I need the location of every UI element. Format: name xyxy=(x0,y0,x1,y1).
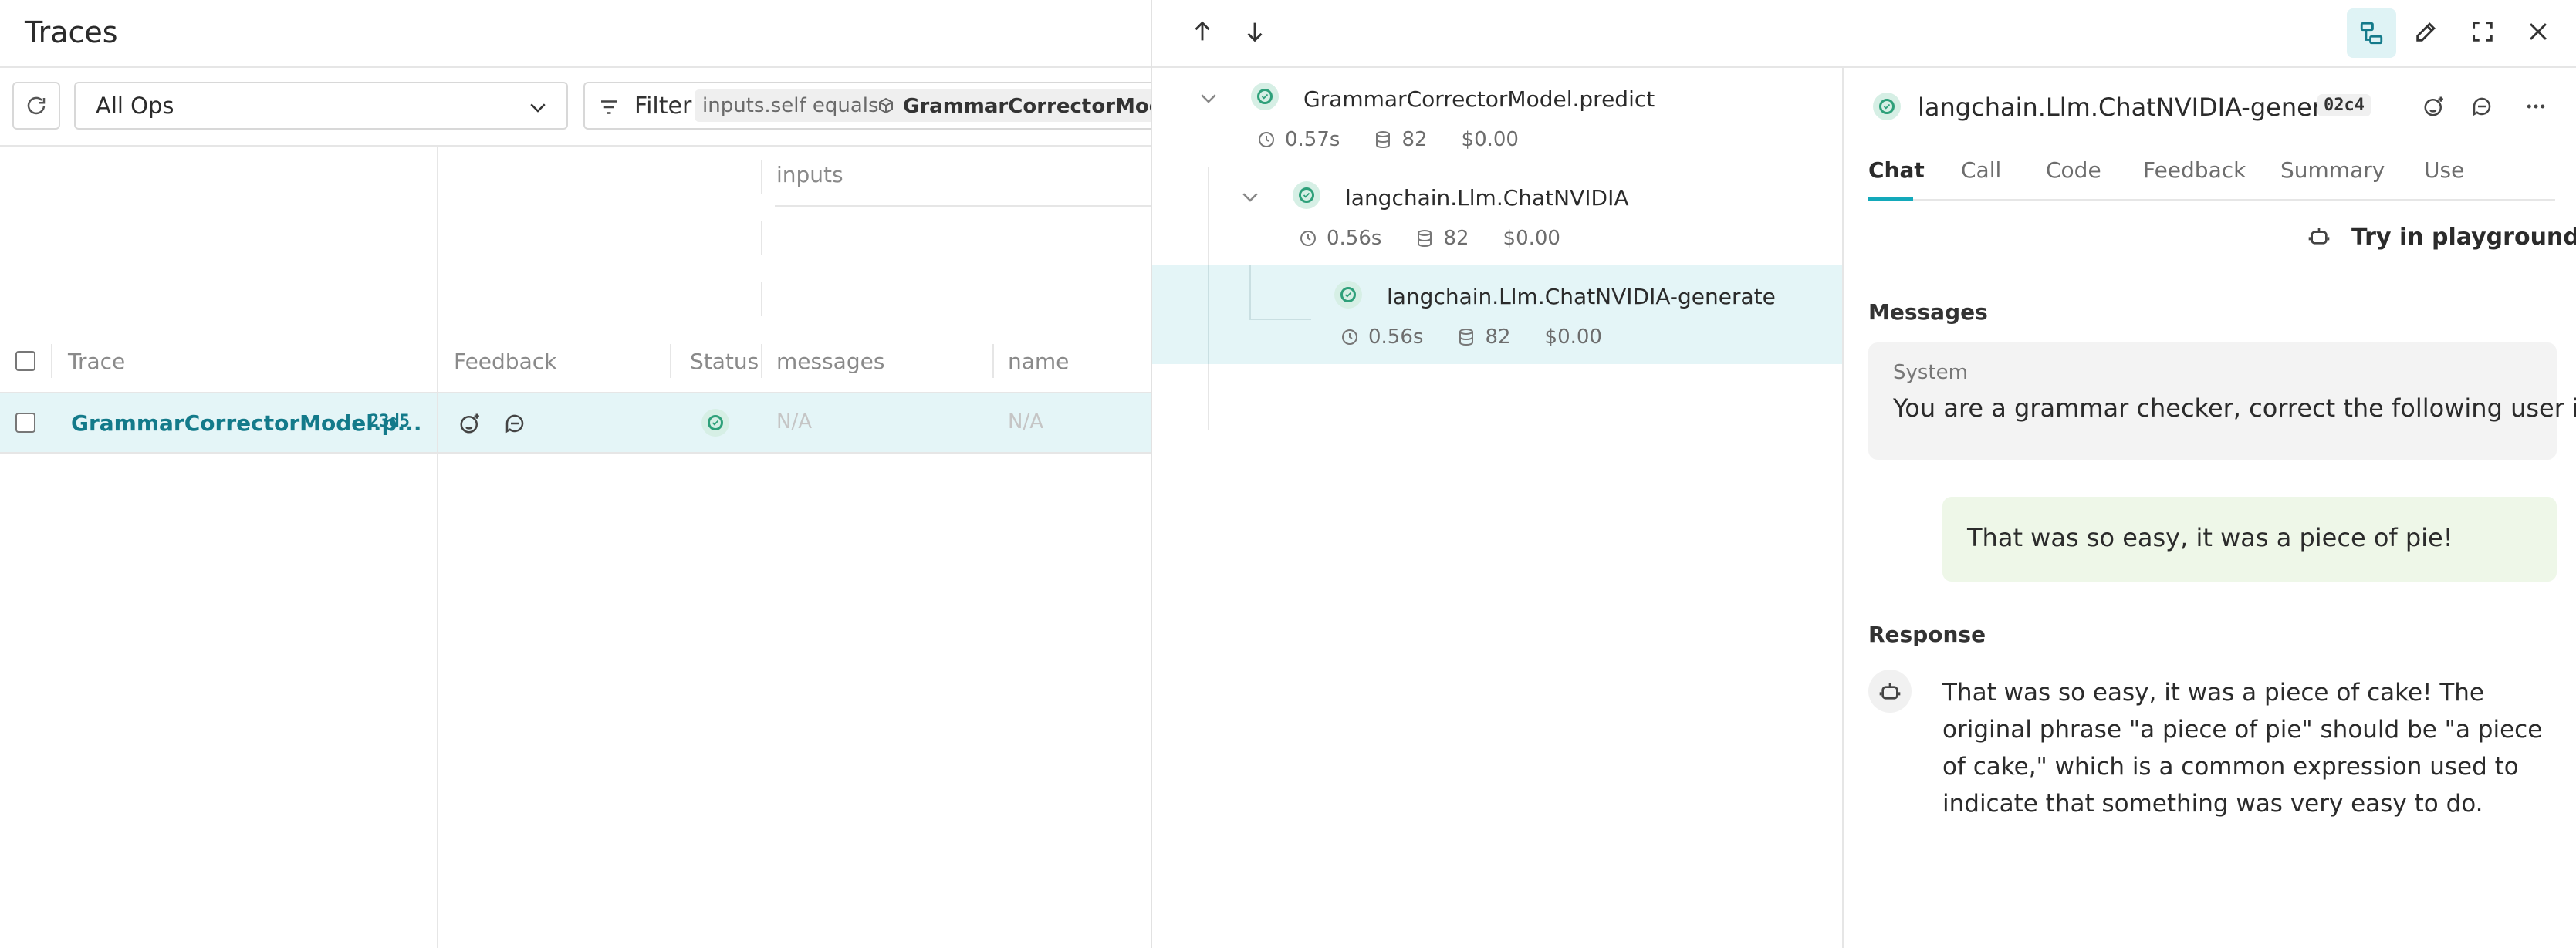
call-detail: langchain.Llm.ChatNVIDIA-generate 02c4 C… xyxy=(1844,68,2576,948)
chevron-down-icon[interactable] xyxy=(1239,185,1262,208)
user-message: That was so easy, it was a piece of pie! xyxy=(1942,497,2557,582)
tab-use[interactable]: Use xyxy=(2424,157,2464,183)
detail-tabs: Chat Call Code Feedback Summary Use xyxy=(1844,157,2576,193)
assistant-avatar xyxy=(1868,670,1912,713)
duration: 0.57s xyxy=(1285,128,1340,151)
try-in-playground-button[interactable]: Try in playground xyxy=(2307,219,2576,253)
response-text: That was so easy, it was a piece of cake… xyxy=(1942,679,2543,818)
cost: $0.00 xyxy=(1544,326,1602,349)
robot-icon xyxy=(2307,224,2331,248)
column-group-inputs: inputs xyxy=(776,162,843,187)
messages-cell: N/A xyxy=(776,410,812,434)
status-success xyxy=(701,409,729,437)
filter-chip[interactable]: inputs.self equals GrammarCorrectorModel xyxy=(695,89,1151,122)
token-count: 82 xyxy=(1443,227,1469,250)
add-reaction-icon[interactable] xyxy=(2422,95,2446,118)
op-select[interactable]: All Ops xyxy=(74,82,568,130)
tab-code[interactable]: Code xyxy=(2046,157,2101,183)
page-title: Traces xyxy=(25,15,118,49)
column-header-status[interactable]: Status xyxy=(690,349,759,374)
clock-icon xyxy=(1299,229,1317,248)
response-heading: Response xyxy=(1868,622,1986,647)
call-id-badge: 02c4 xyxy=(2317,94,2371,116)
arrow-up-icon[interactable] xyxy=(1189,19,1215,45)
row-checkbox[interactable] xyxy=(15,413,35,433)
tab-feedback[interactable]: Feedback xyxy=(2143,157,2246,183)
messages-heading: Messages xyxy=(1868,299,1988,325)
trace-id-badge: 23d5 xyxy=(369,412,410,431)
database-icon xyxy=(1415,229,1434,248)
column-header-name[interactable]: name xyxy=(1008,349,1069,374)
column-header-feedback[interactable]: Feedback xyxy=(454,349,556,374)
check-circle-icon xyxy=(1334,281,1362,309)
duration: 0.56s xyxy=(1368,326,1424,349)
call-title: langchain.Llm.ChatNVIDIA-generate xyxy=(1918,93,2362,122)
system-message: System You are a grammar checker, correc… xyxy=(1868,342,2576,460)
arrow-down-icon[interactable] xyxy=(1242,19,1268,45)
database-icon xyxy=(1374,130,1392,149)
playground-label: Try in playground xyxy=(2351,224,2576,251)
table-row[interactable]: GrammarCorrectorModel.p... 23d5 N/A N/A xyxy=(0,393,1151,452)
user-text: That was so easy, it was a piece of pie! xyxy=(1967,523,2453,552)
tab-summary[interactable]: Summary xyxy=(2280,157,2385,183)
refresh-icon xyxy=(25,94,48,117)
check-circle-icon xyxy=(1251,83,1279,110)
token-count: 82 xyxy=(1485,326,1511,349)
select-all-checkbox[interactable] xyxy=(15,351,35,371)
tree-node-label[interactable]: GrammarCorrectorModel.predict xyxy=(1303,86,1655,112)
fullscreen-icon[interactable] xyxy=(2470,19,2496,45)
system-text: You are a grammar checker, correct the f… xyxy=(1893,393,2576,423)
clock-icon xyxy=(1340,328,1359,346)
filter-icon xyxy=(597,96,620,119)
refresh-button[interactable] xyxy=(12,82,60,130)
more-icon[interactable] xyxy=(2523,95,2549,118)
robot-icon xyxy=(1878,679,1902,703)
tree-node-selected[interactable]: langchain.Llm.ChatNVIDIA-generate 0.56s … xyxy=(1152,265,1842,364)
filter-button[interactable]: Filter inputs.self equals GrammarCorrect… xyxy=(583,82,1151,130)
chevron-down-icon xyxy=(526,96,549,119)
tree-node-label: langchain.Llm.ChatNVIDIA-generate xyxy=(1387,284,1776,309)
add-reaction-icon[interactable] xyxy=(458,412,482,435)
pencil-icon[interactable] xyxy=(2413,19,2439,45)
cost: $0.00 xyxy=(1461,128,1519,151)
traces-pane: Traces All Ops Filter inputs.self equals… xyxy=(0,0,1151,948)
tab-call[interactable]: Call xyxy=(1961,157,2001,183)
filter-chip-field: inputs.self equals xyxy=(702,94,879,117)
column-header-messages[interactable]: messages xyxy=(776,349,884,374)
filter-label: Filter xyxy=(634,93,692,120)
check-circle-icon xyxy=(1873,93,1901,120)
close-icon[interactable] xyxy=(2525,19,2551,45)
chevron-down-icon[interactable] xyxy=(1197,86,1220,110)
database-icon xyxy=(1457,328,1476,346)
column-header-trace[interactable]: Trace xyxy=(68,349,125,374)
duration: 0.56s xyxy=(1327,227,1382,250)
trace-drawer: GrammarCorrectorModel.predict 0.57s 82 $… xyxy=(1151,0,2576,948)
system-label: System xyxy=(1893,361,1968,384)
active-tab-indicator xyxy=(1868,197,1913,201)
op-select-value: All Ops xyxy=(96,93,174,119)
comment-icon[interactable] xyxy=(503,412,526,435)
tree-view-icon xyxy=(2358,20,2385,46)
token-count: 82 xyxy=(1401,128,1428,151)
cost: $0.00 xyxy=(1503,227,1560,250)
call-tree: GrammarCorrectorModel.predict 0.57s 82 $… xyxy=(1152,68,1844,948)
filter-chip-value: GrammarCorrectorModel xyxy=(903,95,1151,118)
name-cell: N/A xyxy=(1008,410,1043,434)
clock-icon xyxy=(1257,130,1276,149)
tree-node-label[interactable]: langchain.Llm.ChatNVIDIA xyxy=(1345,185,1629,211)
tree-view-button[interactable] xyxy=(2347,8,2396,58)
check-circle-icon xyxy=(1293,181,1320,209)
tab-chat[interactable]: Chat xyxy=(1868,157,1925,183)
cube-icon xyxy=(877,96,895,115)
comment-icon[interactable] xyxy=(2470,95,2493,118)
